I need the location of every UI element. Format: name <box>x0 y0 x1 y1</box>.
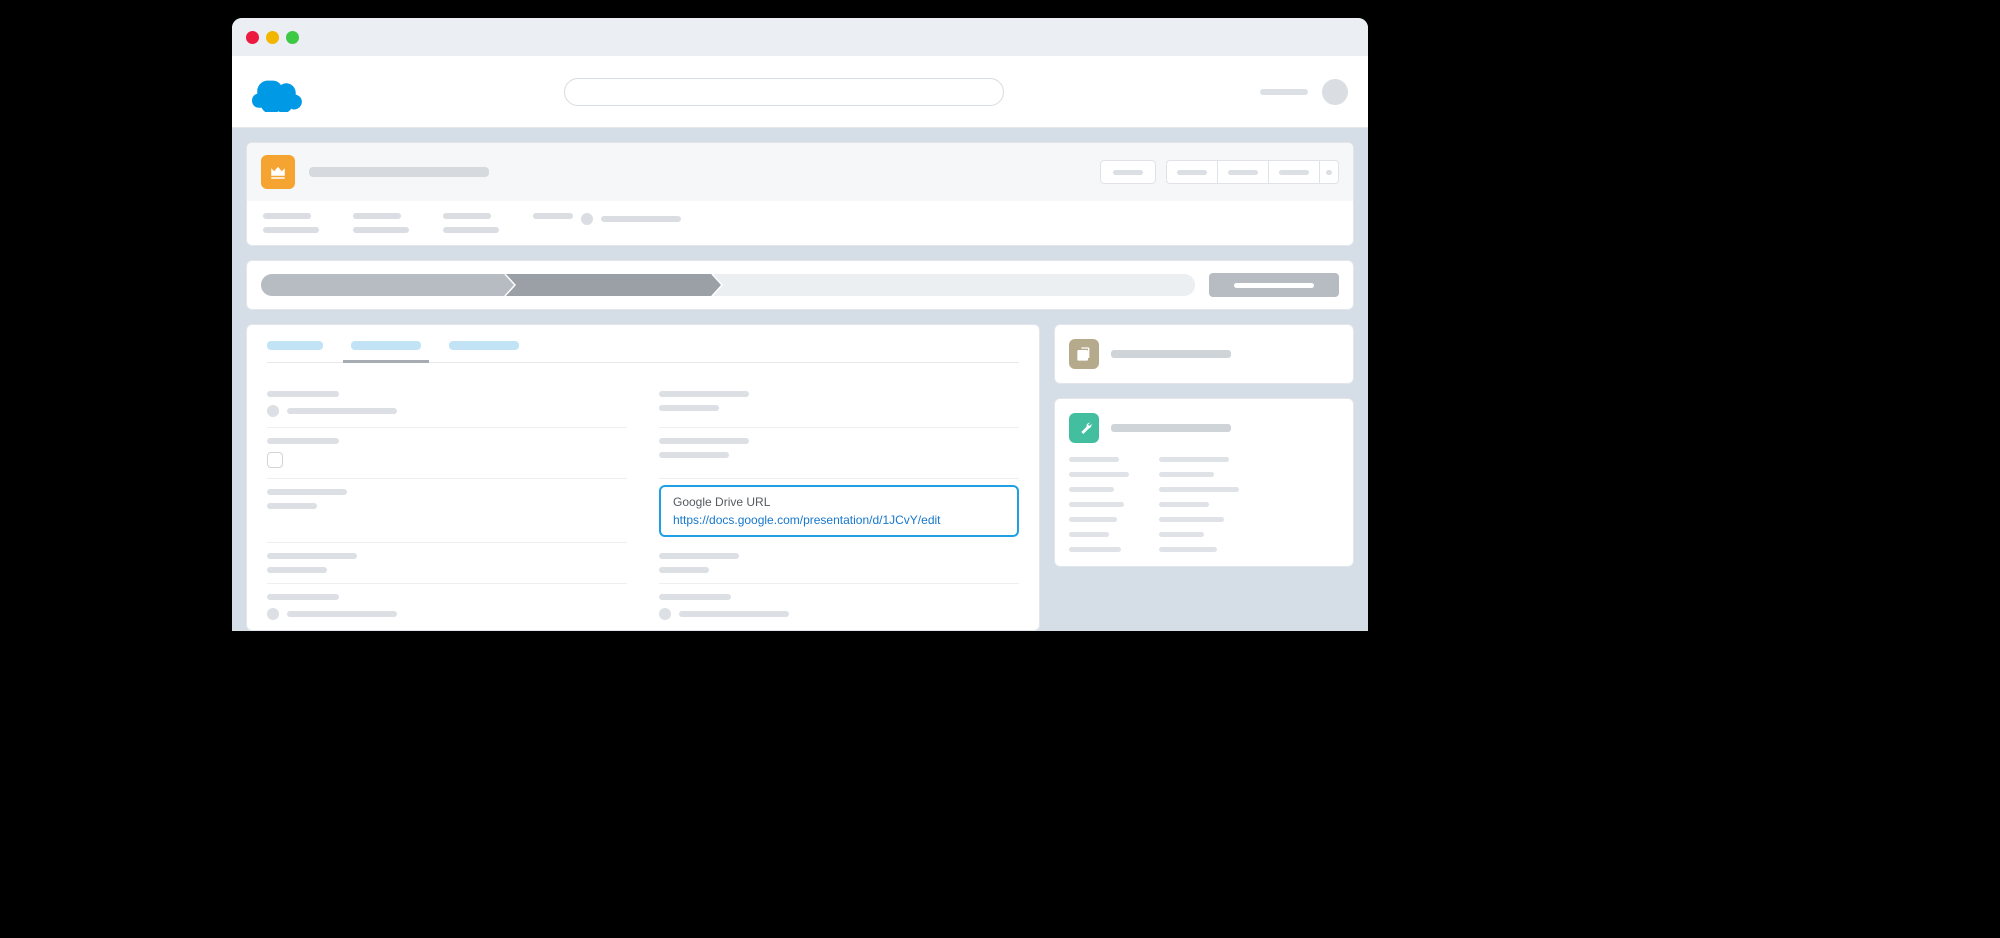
detail-tab[interactable] <box>449 341 519 362</box>
page-body: Google Drive URL https://docs.google.com… <box>232 128 1368 631</box>
detail-fields: Google Drive URL https://docs.google.com… <box>267 363 1019 630</box>
tools-panel <box>1054 398 1354 567</box>
avatar[interactable] <box>1322 79 1348 105</box>
record-header-top <box>247 143 1353 201</box>
summary-field <box>353 213 409 233</box>
checkbox-input[interactable] <box>267 452 283 468</box>
crown-icon <box>269 163 287 181</box>
header-utilities <box>1260 79 1348 105</box>
record-summary-fields <box>247 201 1353 245</box>
record-action-button[interactable] <box>1217 160 1268 184</box>
window-minimize-icon[interactable] <box>266 31 279 44</box>
detail-field <box>659 428 1019 479</box>
record-action-button[interactable] <box>1166 160 1217 184</box>
detail-field-checkbox <box>267 428 627 479</box>
files-panel <box>1054 324 1354 384</box>
detail-field <box>267 584 627 630</box>
detail-field <box>267 543 627 584</box>
global-search-wrap <box>328 78 1240 106</box>
detail-field <box>267 381 627 428</box>
salesforce-cloud-icon <box>252 72 308 112</box>
tools-col <box>1069 457 1129 552</box>
detail-field <box>659 381 1019 428</box>
tools-col <box>1159 457 1239 552</box>
record-object-icon <box>261 155 295 189</box>
detail-field <box>659 584 1019 630</box>
detail-field <box>267 479 627 543</box>
detail-tabs <box>267 341 1019 363</box>
browser-window: Google Drive URL https://docs.google.com… <box>232 18 1368 631</box>
detail-card: Google Drive URL https://docs.google.com… <box>246 324 1040 631</box>
google-drive-url-field[interactable]: Google Drive URL https://docs.google.com… <box>659 485 1019 537</box>
record-action-group <box>1166 160 1339 184</box>
path-stage-upcoming[interactable] <box>713 274 1195 296</box>
record-title-placeholder <box>309 167 489 177</box>
detail-tab[interactable] <box>267 341 323 362</box>
lower-columns: Google Drive URL https://docs.google.com… <box>246 324 1354 631</box>
field-label: Google Drive URL <box>673 495 1005 509</box>
path-action-button[interactable] <box>1209 273 1339 297</box>
files-icon <box>1069 339 1099 369</box>
path-stage-current[interactable] <box>506 274 711 296</box>
panel-title-placeholder <box>1111 424 1231 432</box>
owner-avatar-placeholder <box>581 213 593 225</box>
window-titlebar <box>232 18 1368 56</box>
window-zoom-icon[interactable] <box>286 31 299 44</box>
field-value-link[interactable]: https://docs.google.com/presentation/d/1… <box>673 513 1005 527</box>
app-header <box>232 56 1368 128</box>
record-action-more-button[interactable] <box>1319 160 1339 184</box>
record-actions <box>1100 160 1339 184</box>
window-close-icon[interactable] <box>246 31 259 44</box>
path-stage-complete[interactable] <box>261 274 504 296</box>
summary-field <box>263 213 319 233</box>
detail-field <box>659 543 1019 584</box>
right-rail <box>1054 324 1354 631</box>
record-action-button[interactable] <box>1100 160 1156 184</box>
global-search-input[interactable] <box>564 78 1004 106</box>
wrench-icon <box>1069 413 1099 443</box>
panel-title-placeholder <box>1111 350 1231 358</box>
sales-path <box>261 274 1195 296</box>
summary-field-owner <box>533 213 681 233</box>
header-link-placeholder[interactable] <box>1260 89 1308 95</box>
sales-path-card <box>246 260 1354 310</box>
record-action-button[interactable] <box>1268 160 1319 184</box>
detail-tab-active[interactable] <box>351 341 421 362</box>
tools-panel-body <box>1069 443 1339 552</box>
record-header-card <box>246 142 1354 246</box>
summary-field <box>443 213 499 233</box>
